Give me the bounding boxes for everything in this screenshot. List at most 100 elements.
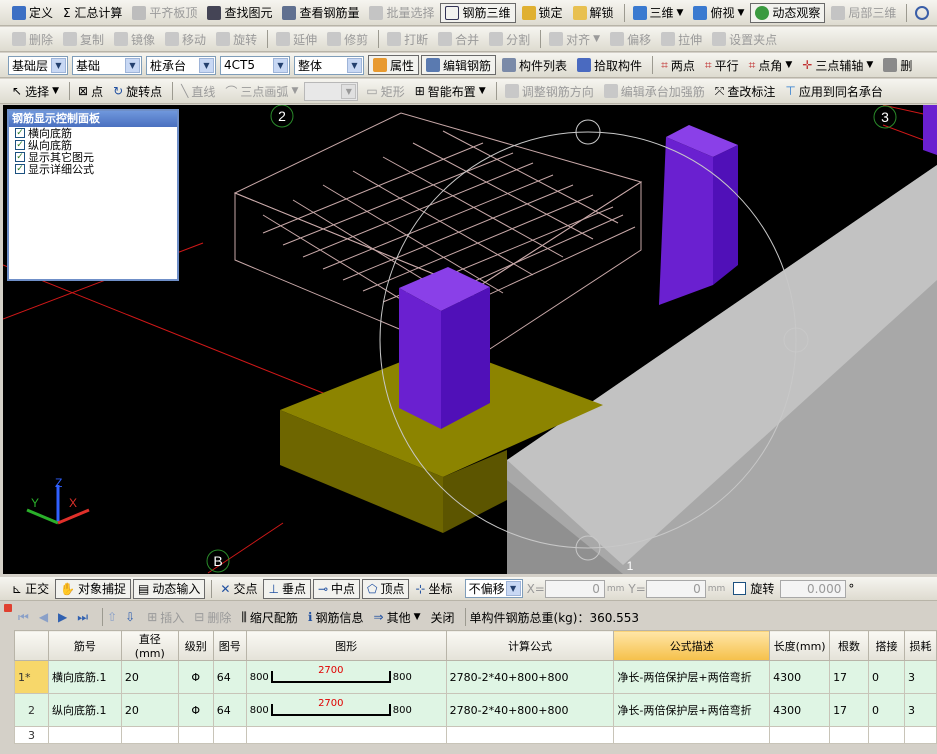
cell-grade[interactable]: Φ: [177, 693, 214, 727]
next-record-icon[interactable]: ▶: [58, 610, 67, 624]
cell-count[interactable]: 17: [829, 660, 870, 694]
rectangle-button[interactable]: ▭ 矩形: [362, 81, 408, 101]
checkbox-checked-icon[interactable]: ✓: [15, 164, 25, 174]
sum-button[interactable]: Σ 汇总计算: [59, 3, 126, 23]
rotate-checkbox[interactable]: [733, 582, 747, 595]
view-3d-dropdown[interactable]: 三维 ▼: [629, 3, 688, 23]
select-dropdown[interactable]: ↖ 选择 ▼: [8, 81, 63, 101]
extend-button[interactable]: 延伸: [272, 29, 321, 49]
move-down-icon[interactable]: ⇩: [125, 610, 135, 624]
other-dropdown[interactable]: ⇒ 其他 ▼: [370, 607, 425, 627]
point-button[interactable]: ⊠ 点: [74, 81, 107, 101]
cell-description[interactable]: 净长-两倍保护层+两倍弯折: [613, 660, 771, 694]
cell-figure[interactable]: [212, 726, 247, 744]
first-record-icon[interactable]: ⏮: [18, 610, 29, 625]
rebar-3d-button[interactable]: 钢筋三维: [440, 2, 516, 23]
panel-item-show-formula[interactable]: ✓ 显示详细公式: [9, 163, 177, 176]
component-list-button[interactable]: 构件列表: [498, 55, 571, 75]
cell-loss[interactable]: 3: [903, 693, 937, 727]
rebar-info-button[interactable]: ℹ 钢筋信息: [304, 607, 368, 627]
table-row[interactable]: 3: [14, 726, 937, 744]
cell-count[interactable]: [829, 726, 870, 744]
line-button[interactable]: ╲ 直线: [177, 81, 219, 101]
column-header-grade[interactable]: 级别: [177, 630, 214, 661]
adjust-direction-button[interactable]: 调整钢筋方向: [501, 81, 598, 101]
cell-description[interactable]: [613, 726, 771, 744]
object-snap-button[interactable]: ✋ 对象捕捉: [55, 578, 132, 599]
column-header-count[interactable]: 根数: [829, 630, 870, 661]
cell-loss[interactable]: [903, 726, 937, 744]
column-header-lap[interactable]: 搭接: [868, 630, 905, 661]
vertex-snap[interactable]: ⬠ 顶点: [362, 578, 410, 599]
scale-rebar-button[interactable]: ⫼ 缩尺配筋: [237, 607, 302, 627]
rotate-input[interactable]: 0.000: [780, 579, 847, 598]
checkbox-checked-icon[interactable]: ✓: [15, 128, 25, 138]
merge-button[interactable]: 合并: [434, 29, 483, 49]
view-rebar-button[interactable]: 查看钢筋量: [278, 3, 363, 23]
table-row[interactable]: 1* 横向底筋.1 20 Φ 64 800 2700 800 2780-2*40…: [14, 660, 937, 694]
3d-viewport[interactable]: 2 3 B 1 Z Y X 钢筋显示控制面板 ✓ 横向底筋 ✓ 纵向底筋 ✓ 显…: [3, 105, 937, 574]
cell-length[interactable]: 4300: [769, 693, 831, 727]
cell-count[interactable]: 17: [829, 693, 870, 727]
column-header-name[interactable]: 筋号: [47, 630, 122, 661]
close-table-button[interactable]: 关闭: [427, 607, 459, 627]
point-angle-dropdown[interactable]: ⌗ 点角 ▼: [745, 55, 797, 75]
row-number[interactable]: 2: [14, 693, 49, 727]
edit-rebar-button[interactable]: 编辑钢筋: [421, 55, 497, 75]
cell-formula[interactable]: [445, 726, 615, 744]
top-view-dropdown[interactable]: 俯视 ▼: [689, 3, 748, 23]
cell-loss[interactable]: 3: [903, 660, 937, 694]
cell-diameter[interactable]: 20: [120, 693, 179, 727]
perpendicular-snap[interactable]: ⊥ 垂点: [263, 578, 311, 599]
cell-name[interactable]: 纵向底筋.1: [47, 693, 122, 727]
prev-record-icon[interactable]: ◀: [39, 610, 48, 624]
cell-grade[interactable]: [177, 726, 214, 744]
define-button[interactable]: 定义: [8, 3, 57, 23]
unlock-button[interactable]: 解锁: [569, 3, 618, 23]
delete-row-button[interactable]: ⊟ 删除: [190, 607, 235, 627]
checkbox-checked-icon[interactable]: ✓: [15, 152, 25, 162]
mirror-button[interactable]: 镜像: [110, 29, 159, 49]
midpoint-snap[interactable]: ⊸ 中点: [312, 578, 361, 599]
annotation-button[interactable]: ⤧ 查改标注: [711, 81, 780, 101]
three-point-axis-dropdown[interactable]: ✛ 三点辅轴 ▼: [798, 55, 877, 75]
y-input[interactable]: 0: [645, 579, 706, 598]
cell-figure[interactable]: 64: [212, 693, 247, 727]
rotate-button[interactable]: 旋转: [212, 29, 261, 49]
orbit-button[interactable]: 动态观察: [750, 2, 826, 23]
trim-button[interactable]: 修剪: [323, 29, 372, 49]
cell-name[interactable]: [47, 726, 122, 744]
scope-select[interactable]: 整体 ▼: [294, 55, 364, 75]
offset-button[interactable]: 偏移: [606, 29, 655, 49]
checkbox-checked-icon[interactable]: ✓: [15, 140, 25, 150]
batch-select-button[interactable]: 批量选择: [365, 3, 438, 23]
cell-description[interactable]: 净长-两倍保护层+两倍弯折: [613, 693, 771, 727]
cell-formula[interactable]: 2780-2*40+800+800: [445, 693, 615, 727]
cell-shape[interactable]: 800 2700 800: [245, 660, 447, 694]
cell-grade[interactable]: Φ: [177, 660, 214, 694]
cell-lap[interactable]: 0: [868, 660, 905, 694]
edit-reinforce-button[interactable]: 编辑承台加强筋: [600, 81, 709, 101]
last-record-icon[interactable]: ⏭: [77, 610, 88, 625]
parallel-axis-button[interactable]: ⌗ 平行: [701, 55, 743, 75]
cell-shape[interactable]: 800 2700 800: [245, 693, 447, 727]
smart-layout-dropdown[interactable]: ⊞ 智能布置 ▼: [411, 81, 490, 101]
break-button[interactable]: 打断: [383, 29, 432, 49]
column-header-formula[interactable]: 计算公式: [445, 630, 615, 661]
table-row[interactable]: 2 纵向底筋.1 20 Φ 64 800 2700 800 2780-2*40+…: [14, 693, 937, 727]
pick-component-button[interactable]: 拾取构件: [573, 55, 646, 75]
cell-length[interactable]: 4300: [769, 660, 831, 694]
local-3d-button[interactable]: 局部三维: [827, 3, 900, 23]
lock-button[interactable]: 锁定: [518, 3, 567, 23]
cell-diameter[interactable]: [120, 726, 179, 744]
coordinate-snap[interactable]: ⊹ 坐标: [411, 579, 456, 599]
copy-button[interactable]: 复制: [59, 29, 108, 49]
cell-diameter[interactable]: 20: [120, 660, 179, 694]
find-element-button[interactable]: 查找图元: [203, 3, 276, 23]
delete-button[interactable]: 删除: [8, 29, 57, 49]
grip-button[interactable]: 设置夹点: [708, 29, 781, 49]
delete-axis-button[interactable]: 删: [879, 55, 916, 75]
panel-close-icon[interactable]: [4, 604, 12, 612]
two-point-axis-button[interactable]: ⌗ 两点: [657, 55, 699, 75]
component-select[interactable]: 4CT5 ▼: [220, 55, 290, 75]
